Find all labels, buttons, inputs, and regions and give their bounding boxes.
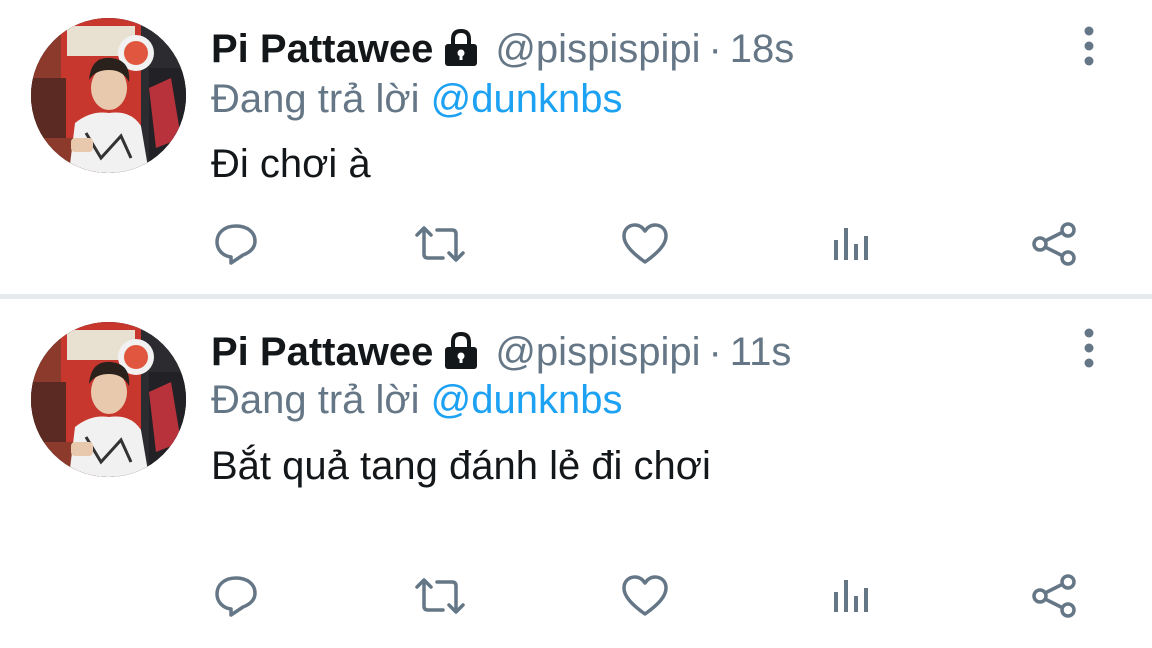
more-vertical-icon[interactable] <box>1076 26 1102 66</box>
share-icon <box>1030 573 1078 623</box>
separator: · <box>708 27 722 71</box>
retweet-icon <box>413 224 467 269</box>
analytics-button[interactable] <box>820 568 880 628</box>
display-name[interactable]: Pi Pattawee <box>211 330 433 374</box>
avatar[interactable] <box>31 322 186 477</box>
like-button[interactable] <box>615 216 675 276</box>
share-icon <box>1030 221 1078 271</box>
reply-mention[interactable]: @dunknbs <box>431 77 623 121</box>
reply-button[interactable] <box>206 568 266 628</box>
tweet[interactable]: Pi Pattawee @pispispipi · 18s Đang trả lời … <box>0 0 1152 294</box>
lock-icon <box>441 28 481 79</box>
tweet-text: Đi chơi à <box>211 142 371 186</box>
retweet-icon <box>413 576 467 621</box>
share-button[interactable] <box>1024 216 1084 276</box>
retweet-button[interactable] <box>410 568 470 628</box>
more-vertical-icon[interactable] <box>1076 328 1102 368</box>
reply-prefix: Đang trả lời <box>211 378 420 422</box>
tweet-header: Pi Pattawee @pispispipi · 11s <box>211 327 791 377</box>
reply-prefix: Đang trả lời <box>211 77 420 121</box>
like-button[interactable] <box>615 568 675 628</box>
handle[interactable]: @pispispipi <box>495 27 700 71</box>
share-button[interactable] <box>1024 568 1084 628</box>
analytics-icon <box>830 576 870 621</box>
reply-context: Đang trả lời @dunknbs <box>211 74 623 124</box>
reply-button[interactable] <box>206 216 266 276</box>
reply-icon <box>213 574 259 623</box>
tweet-header: Pi Pattawee @pispispipi · 18s <box>211 24 794 74</box>
like-icon <box>621 222 669 271</box>
display-name[interactable]: Pi Pattawee <box>211 27 433 71</box>
reply-context: Đang trả lời @dunknbs <box>211 375 623 425</box>
separator: · <box>708 330 722 374</box>
retweet-button[interactable] <box>410 216 470 276</box>
timestamp[interactable]: 11s <box>730 330 792 374</box>
reply-icon <box>213 222 259 271</box>
handle[interactable]: @pispispipi <box>495 330 700 374</box>
avatar[interactable] <box>31 18 186 173</box>
timestamp[interactable]: 18s <box>730 27 795 71</box>
tweet-text: Bắt quả tang đánh lẻ đi chơi <box>211 444 711 488</box>
reply-mention[interactable]: @dunknbs <box>431 378 623 422</box>
like-icon <box>621 574 669 623</box>
tweet[interactable]: Pi Pattawee @pispispipi · 11s Đang trả lời … <box>0 299 1152 648</box>
analytics-icon <box>830 224 870 269</box>
analytics-button[interactable] <box>820 216 880 276</box>
